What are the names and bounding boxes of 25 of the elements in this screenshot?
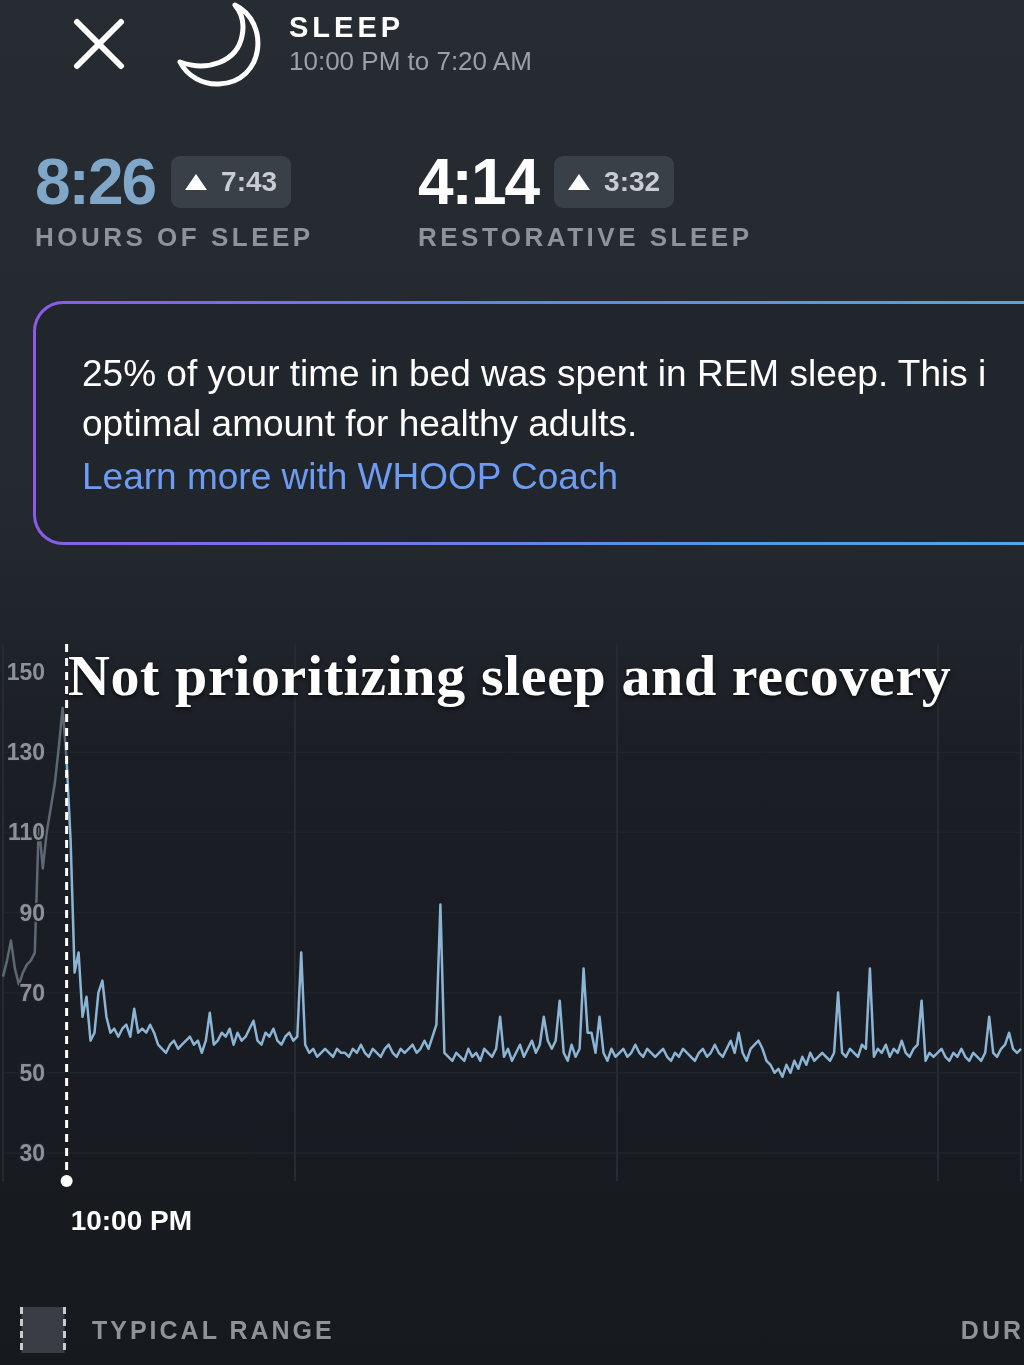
y-axis-label: 30 <box>19 1139 45 1166</box>
comparison-value: 3:32 <box>604 166 661 198</box>
up-triangle-icon <box>185 174 208 190</box>
insight-text-line: 25% of your time in bed was spent in REM sleep. This i <box>82 352 988 396</box>
stat-value: 8:26 <box>35 150 156 214</box>
screen-title: SLEEP <box>289 10 406 44</box>
close-icon <box>73 18 125 70</box>
y-axis-label: 70 <box>19 979 45 1006</box>
learn-more-link[interactable]: Learn more with WHOOP Coach <box>82 452 618 502</box>
start-time-label: 10:00 PM <box>70 1205 193 1236</box>
stat-value: 4:14 <box>418 150 539 214</box>
sleep-time-range: 10:00 PM to 7:20 AM <box>289 45 532 78</box>
typical-range-swatch-icon <box>20 1307 66 1353</box>
overlay-caption: Not prioritizing sleep and recovery <box>68 647 952 705</box>
stat-label: HOURS OF SLEEP <box>35 222 315 252</box>
comparison-value: 7:43 <box>221 166 278 198</box>
close-button[interactable] <box>73 18 125 70</box>
y-axis-label: 150 <box>6 659 45 686</box>
up-triangle-icon <box>568 174 591 190</box>
stat-label: RESTORATIVE SLEEP <box>418 222 754 252</box>
y-axis-label: 130 <box>6 739 45 766</box>
legend-heading: DUR <box>960 1315 1024 1345</box>
y-axis-label: 50 <box>19 1059 45 1086</box>
insight-text-line: optimal amount for healthy adults. <box>82 402 639 446</box>
legend-label: TYPICAL RANGE <box>92 1315 335 1345</box>
